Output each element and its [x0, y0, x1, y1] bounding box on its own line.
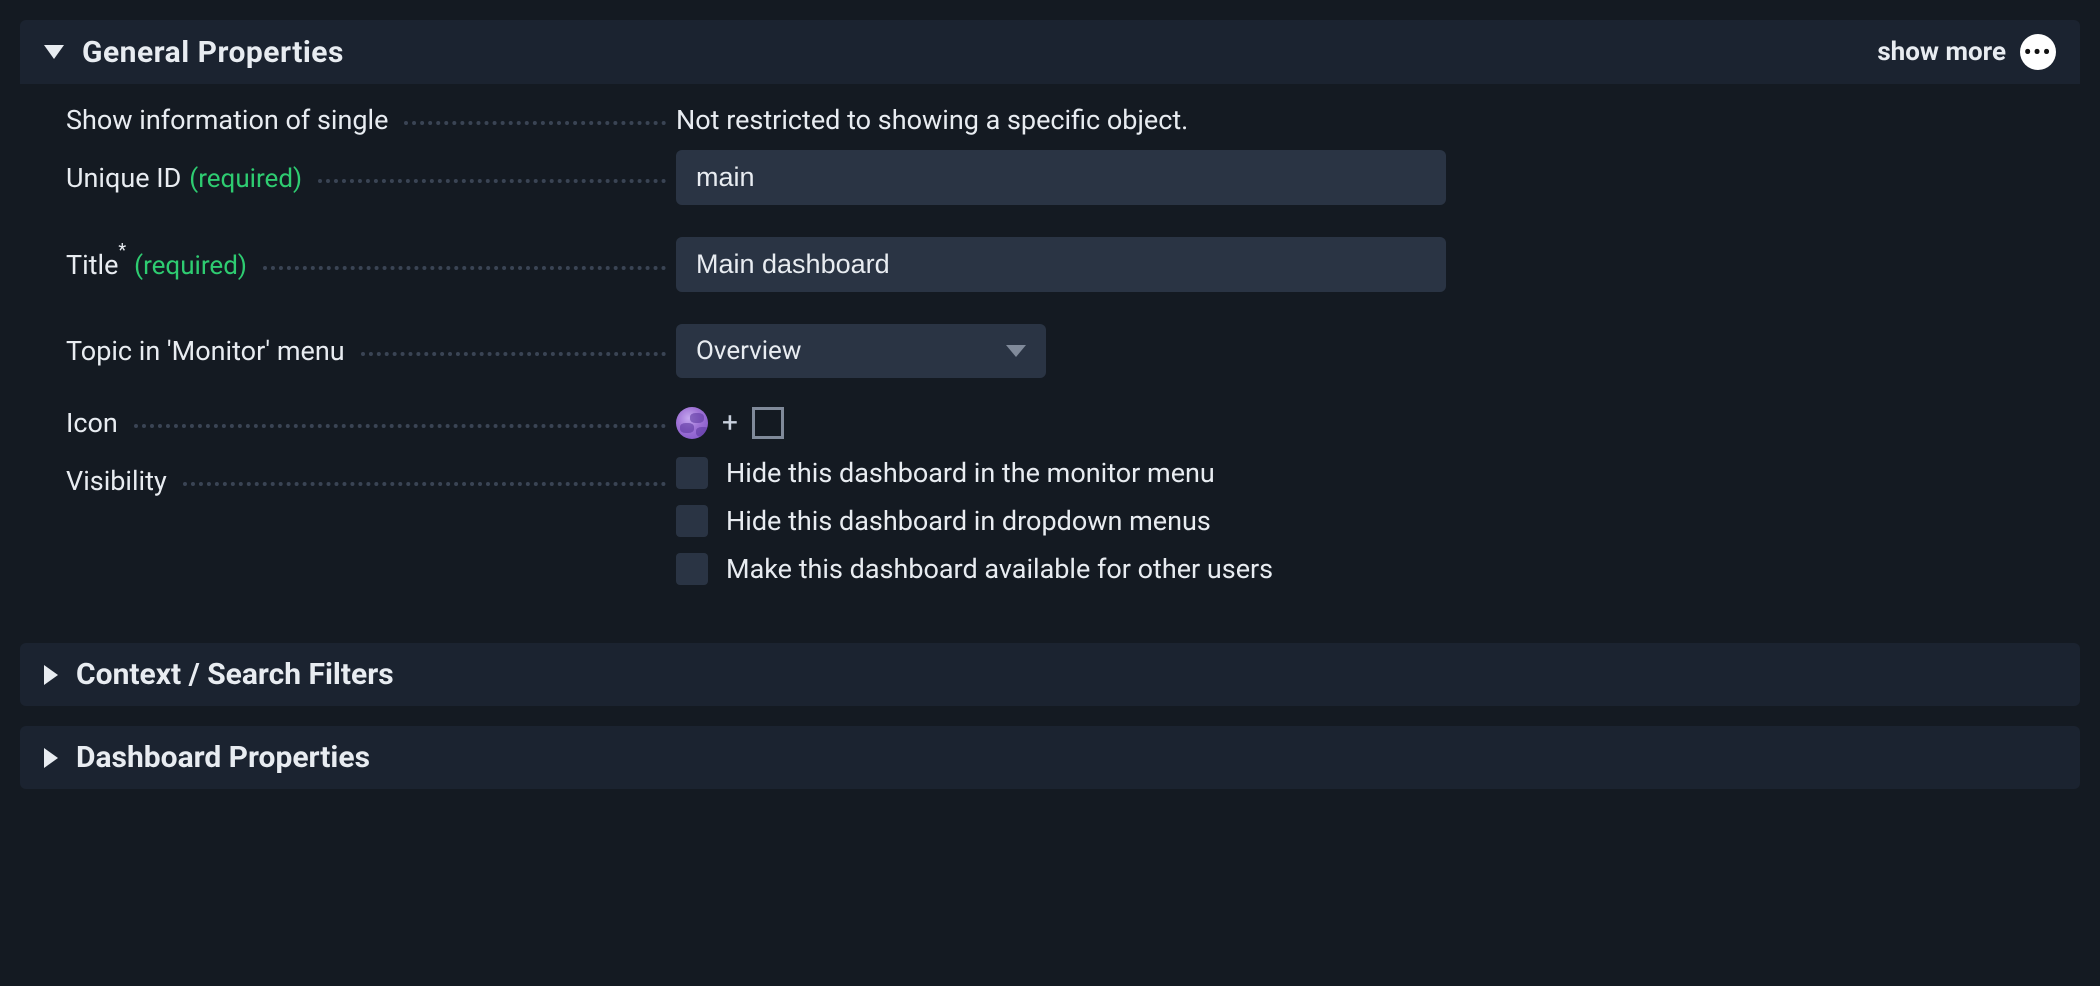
- section-title: General Properties: [82, 35, 344, 70]
- chevron-down-icon: [1006, 345, 1026, 357]
- section-general-properties: General Properties show more ••• Show in…: [20, 20, 2080, 623]
- section-title: Dashboard Properties: [76, 740, 370, 775]
- collapse-icon: [44, 665, 58, 685]
- label-topic: Topic in 'Monitor' menu: [66, 335, 666, 367]
- label-visibility: Visibility: [66, 453, 666, 497]
- dot-leader: [134, 424, 666, 428]
- input-unique-id[interactable]: [676, 150, 1446, 205]
- checkbox-label: Hide this dashboard in dropdown menus: [726, 505, 1211, 537]
- checkbox-hide-monitor[interactable]: [676, 457, 708, 489]
- dot-leader: [404, 121, 666, 125]
- more-icon: •••: [2020, 34, 2056, 70]
- label-icon: Icon: [66, 407, 666, 439]
- section-body-general: Show information of single Not restricte…: [20, 84, 2080, 623]
- select-topic[interactable]: Overview: [676, 324, 1046, 378]
- globe-icon[interactable]: [676, 407, 708, 439]
- visibility-option: Make this dashboard available for other …: [676, 549, 2034, 589]
- section-header-context[interactable]: Context / Search Filters: [20, 643, 2080, 706]
- visibility-option: Hide this dashboard in the monitor menu: [676, 453, 2034, 493]
- dot-leader: [263, 266, 666, 270]
- section-header-dashboard[interactable]: Dashboard Properties: [20, 726, 2080, 789]
- value-show-information: Not restricted to showing a specific obj…: [676, 104, 2034, 136]
- select-topic-value: Overview: [696, 336, 801, 366]
- label-title: Title* (required): [66, 248, 666, 281]
- visibility-options: Hide this dashboard in the monitor menu …: [676, 453, 2034, 589]
- show-more-label: show more: [1877, 37, 2006, 67]
- label-unique-id: Unique ID (required): [66, 162, 666, 194]
- section-header-general[interactable]: General Properties show more •••: [20, 20, 2080, 84]
- icon-placeholder-button[interactable]: [752, 407, 784, 439]
- icon-plus: +: [722, 406, 738, 439]
- icon-picker: +: [676, 406, 2034, 439]
- dot-leader: [318, 179, 666, 183]
- dot-leader: [183, 482, 666, 486]
- checkbox-label: Make this dashboard available for other …: [726, 553, 1273, 585]
- visibility-option: Hide this dashboard in dropdown menus: [676, 501, 2034, 541]
- input-title[interactable]: [676, 237, 1446, 292]
- checkbox-label: Hide this dashboard in the monitor menu: [726, 457, 1215, 489]
- expand-icon: [44, 45, 64, 59]
- collapse-icon: [44, 748, 58, 768]
- label-show-information: Show information of single: [66, 104, 666, 136]
- section-title: Context / Search Filters: [76, 657, 394, 692]
- show-more-button[interactable]: show more •••: [1877, 34, 2056, 70]
- checkbox-hide-dropdown[interactable]: [676, 505, 708, 537]
- dot-leader: [361, 352, 666, 356]
- checkbox-available-others[interactable]: [676, 553, 708, 585]
